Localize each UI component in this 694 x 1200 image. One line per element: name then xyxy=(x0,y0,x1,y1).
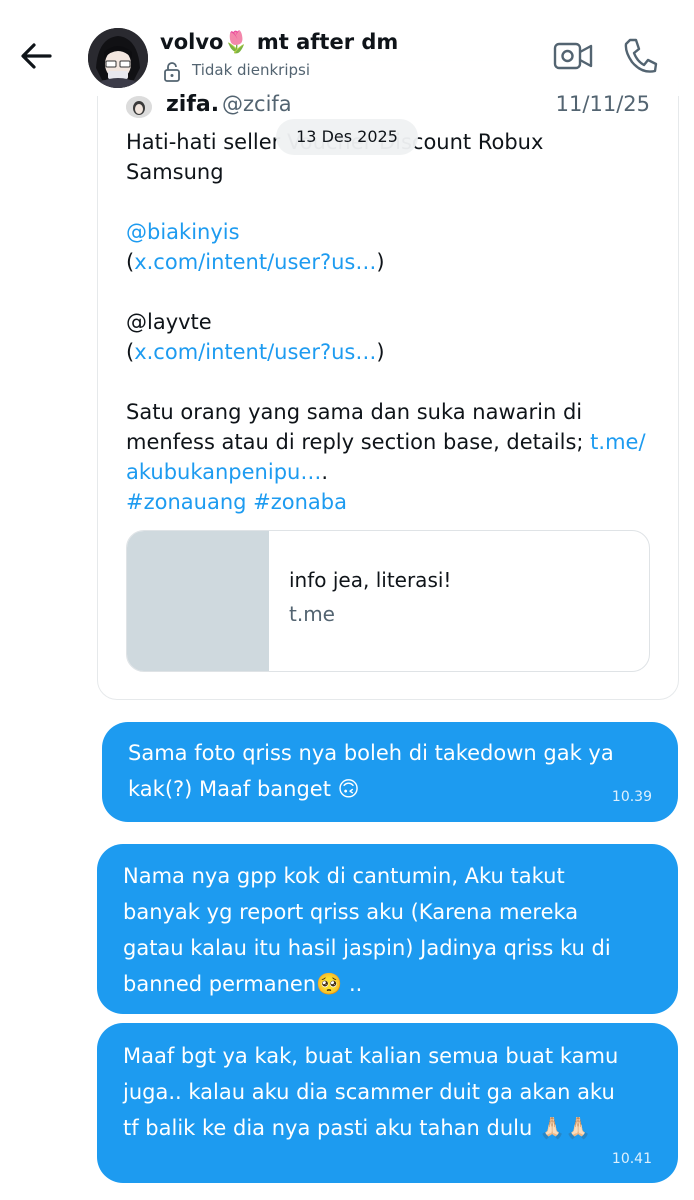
message-line: Maaf bgt ya kak, buat kalian semua buat … xyxy=(123,1044,619,1068)
tweet-link-line: (x.com/intent/user?us…) xyxy=(126,337,656,367)
chat-header: volvo🌷 mt after dm Tidak dienkripsi xyxy=(0,0,694,96)
tweet-author-avatar xyxy=(126,96,152,118)
contact-name[interactable]: volvo🌷 mt after dm xyxy=(160,30,398,55)
tweet-author-name[interactable]: zifa. xyxy=(166,92,219,117)
message-line: banyak yg report qriss aku (Karena merek… xyxy=(123,900,579,924)
message-bubble[interactable]: Sama foto qriss nya boleh di takedown ga… xyxy=(102,722,678,822)
message-line: tf balik ke dia nya pasti aku tahan dulu… xyxy=(123,1116,592,1140)
message-line: juga.. kalau aku dia scammer duit ga aka… xyxy=(123,1080,615,1104)
tweet-text-line: Satu orang yang sama dan suka nawarin di xyxy=(126,400,583,424)
paren-close: ) xyxy=(376,250,385,274)
message-line: banned permanen🥺 .. xyxy=(123,972,363,996)
contact-avatar[interactable] xyxy=(88,28,148,88)
message-bubble[interactable]: Nama nya gpp kok di cantumin, Aku takut … xyxy=(97,844,678,1014)
message-line: kak(?) Maaf banget 🙃 xyxy=(128,777,360,801)
link-thumbnail xyxy=(127,531,269,671)
hashtag-links[interactable]: #zonauang #zonaba xyxy=(126,487,656,517)
back-arrow-icon[interactable] xyxy=(18,38,54,74)
message-line: gatau kalau itu hasil jaspin) Jadinya qr… xyxy=(123,936,611,960)
tweet-text-line: akubukanpenipu…. xyxy=(126,457,656,487)
link-preview-card[interactable]: info jea, literasi! t.me xyxy=(126,530,650,672)
phone-call-icon[interactable] xyxy=(622,36,658,76)
profile-url-link[interactable]: x.com/intent/user?us… xyxy=(134,340,376,364)
tweet-author-handle[interactable]: @zcifa xyxy=(222,92,292,116)
tweet-mention-line: @biakinyis xyxy=(126,217,656,247)
paren-open: ( xyxy=(126,340,135,364)
message-line: Sama foto qriss nya boleh di takedown ga… xyxy=(128,741,614,765)
message-timestamp: 10.41 xyxy=(611,1151,652,1167)
tweet-date: 11/11/25 xyxy=(555,92,650,116)
tweet-link-line: (x.com/intent/user?us…) xyxy=(126,247,656,277)
tweet-text: menfess atau di reply section base, deta… xyxy=(126,430,591,454)
date-separator: 13 Des 2025 xyxy=(276,119,418,155)
paren-open: ( xyxy=(126,250,135,274)
message-timestamp: 10.39 xyxy=(611,789,652,805)
tweet-text-line: Samsung xyxy=(126,160,224,184)
paren-close: ) xyxy=(376,340,385,364)
telegram-link[interactable]: t.me/ xyxy=(590,430,645,454)
message-line: Nama nya gpp kok di cantumin, Aku takut xyxy=(123,864,565,888)
tweet-mention-line: @layvte xyxy=(126,310,212,334)
encryption-status: Tidak dienkripsi xyxy=(192,61,310,79)
telegram-link[interactable]: akubukanpenipu… xyxy=(126,460,321,484)
video-call-icon[interactable] xyxy=(552,38,594,74)
link-preview-domain: t.me xyxy=(289,602,335,626)
profile-url-link[interactable]: x.com/intent/user?us… xyxy=(134,250,376,274)
tweet-text: . xyxy=(321,460,329,484)
unlock-icon xyxy=(163,62,181,82)
message-bubble[interactable]: Maaf bgt ya kak, buat kalian semua buat … xyxy=(97,1023,678,1183)
link-preview-title: info jea, literasi! xyxy=(289,568,452,592)
tweet-text-line: menfess atau di reply section base, deta… xyxy=(126,427,656,457)
mention-link[interactable]: @biakinyis xyxy=(126,220,240,244)
